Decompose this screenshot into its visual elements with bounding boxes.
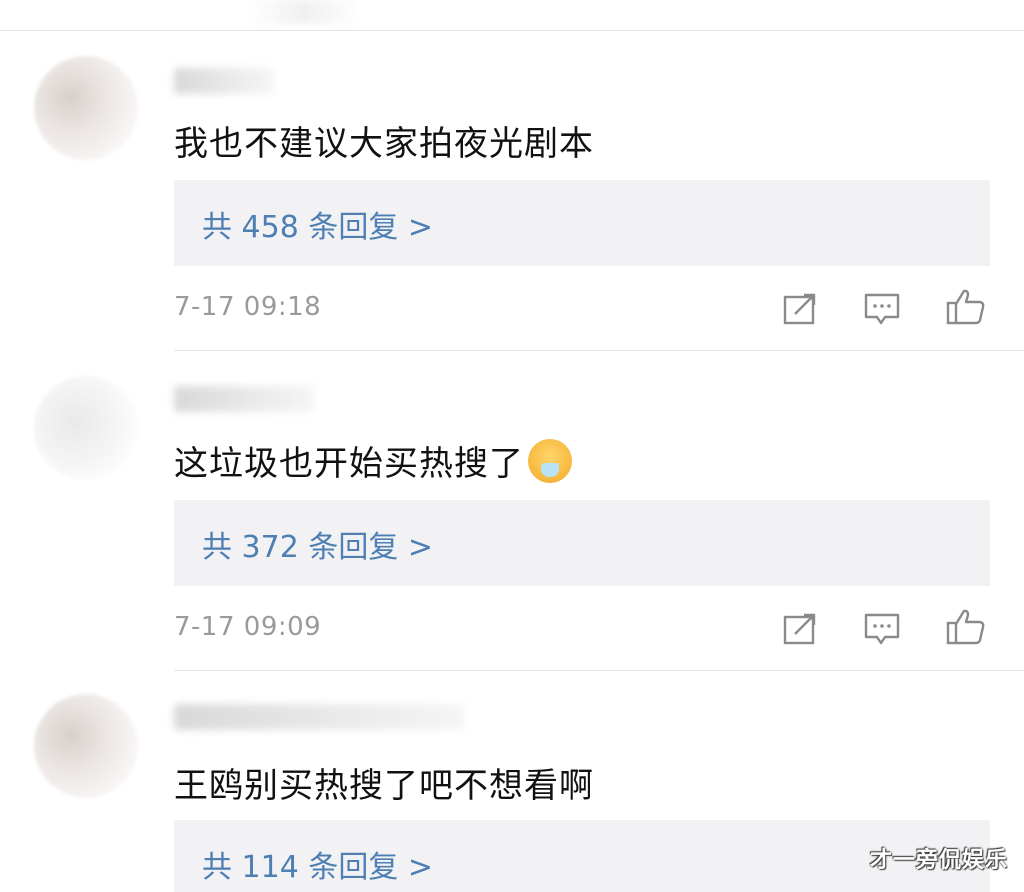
comment-icon[interactable] [862, 289, 902, 329]
reply-box[interactable]: 共 458 条回复 > [174, 180, 990, 266]
divider [0, 30, 1024, 31]
username-blurred[interactable] [174, 704, 464, 730]
comment-thread: 我也不建议大家拍夜光剧本 共 458 条回复 > 7-17 09:18 这垃圾也… [0, 0, 1024, 892]
reply-count-link[interactable]: 共 372 条回复 > [202, 522, 433, 566]
avatar[interactable] [34, 56, 138, 160]
blurred-header [250, 0, 360, 24]
vomit-emoji-icon [528, 439, 572, 483]
avatar[interactable] [34, 694, 138, 798]
reply-box[interactable]: 共 114 条回复 > [174, 820, 990, 892]
reply-count-link[interactable]: 共 114 条回复 > [202, 842, 433, 886]
timestamp: 7-17 09:09 [174, 612, 322, 642]
comment-text: 我也不建议大家拍夜光剧本 [174, 124, 594, 164]
comment-text-content: 这垃圾也开始买热搜了 [174, 444, 524, 484]
comment-icon[interactable] [862, 609, 902, 649]
thumbs-up-icon[interactable] [946, 607, 986, 647]
share-icon[interactable] [780, 609, 820, 649]
divider [174, 350, 1024, 351]
divider [174, 670, 1024, 671]
avatar[interactable] [34, 376, 138, 480]
username-blurred[interactable] [174, 68, 274, 94]
watermark: 才一旁侃娱乐 [869, 848, 1008, 873]
share-icon[interactable] [780, 289, 820, 329]
reply-count-link[interactable]: 共 458 条回复 > [202, 202, 433, 246]
reply-box[interactable]: 共 372 条回复 > [174, 500, 990, 586]
comment-text: 王鸥别买热搜了吧不想看啊 [174, 766, 594, 806]
thumbs-up-icon[interactable] [946, 287, 986, 327]
username-blurred[interactable] [174, 386, 314, 412]
comment-text: 这垃圾也开始买热搜了 [174, 436, 572, 485]
timestamp: 7-17 09:18 [174, 292, 322, 322]
